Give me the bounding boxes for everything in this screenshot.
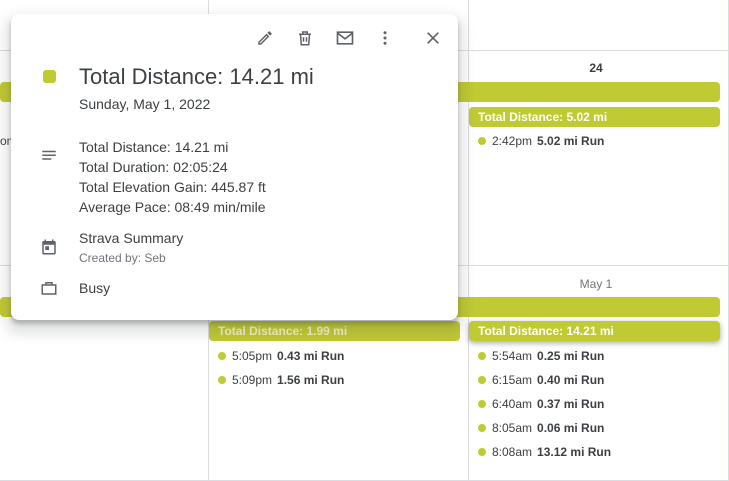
calendar-icon [39,237,59,257]
created-by: Created by: Seb [79,251,166,265]
event-color-dot [218,376,226,384]
briefcase-icon [39,278,59,298]
more-options-button[interactable] [371,24,399,52]
event-color-swatch [43,70,56,83]
event-time: 8:05am [492,421,533,435]
day-number[interactable]: 24 [470,61,722,75]
summary-event-bar[interactable]: Total Distance: 1.99 mi [209,321,460,341]
event-time: 8:08am [492,445,533,459]
event-title: 0.37 mi Run [537,397,605,411]
calendar-name: Strava Summary [79,230,184,246]
edit-icon [258,31,272,45]
description-line: Average Pace: 08:49 min/mile [79,199,266,215]
event-title: 0.06 mi Run [537,421,605,435]
event-color-dot [478,424,486,432]
event-time: 5:09pm [232,373,273,387]
event-color-dot [218,352,226,360]
event-title: 0.40 mi Run [537,373,605,387]
event-time: 6:15am [492,373,533,387]
event-item[interactable]: 6:15am 0.40 mi Run [478,373,604,387]
event-color-dot [478,352,486,360]
event-title: Total Distance: 14.21 mi [79,64,314,89]
event-title: 13.12 mi Run [537,445,612,459]
delete-button[interactable] [291,24,319,52]
close-icon [427,32,439,44]
event-title: 0.43 mi Run [277,349,345,363]
description-line: Total Distance: 14.21 mi [79,139,229,155]
event-color-dot [478,400,486,408]
event-time: 5:54am [492,349,533,363]
grid-vertical-line [468,0,469,481]
email-guests-button[interactable] [331,24,359,52]
close-button[interactable] [419,24,447,52]
summary-event-bar[interactable]: Total Distance: 5.02 mi [469,107,720,127]
event-item[interactable]: 6:40am 0.37 mi Run [478,397,604,411]
delete-icon [299,31,311,46]
event-item[interactable]: 8:05am 0.06 mi Run [478,421,604,435]
edit-button[interactable] [251,24,279,52]
more-options-icon [383,31,387,45]
event-title: 0.25 mi Run [537,349,605,363]
event-item[interactable]: 5:05pm 0.43 mi Run [218,349,344,363]
event-time: 6:40am [492,397,533,411]
event-item[interactable]: 5:54am 0.25 mi Run [478,349,604,363]
event-date: Sunday, May 1, 2022 [79,96,211,112]
summary-event-bar-selected[interactable]: Total Distance: 14.21 mi [469,321,720,341]
description-line: Total Elevation Gain: 445.87 ft [79,179,266,195]
event-details-popup: Total Distance: 14.21 mi Sunday, May 1, … [11,14,458,320]
description-line: Total Duration: 02:05:24 [79,159,228,175]
event-time: 5:05pm [232,349,273,363]
event-description: Total Distance: 14.21 mi Total Duration:… [79,137,266,217]
event-color-dot [478,376,486,384]
availability-status: Busy [79,280,111,296]
day-number[interactable]: May 1 [470,277,722,291]
event-title: 1.56 mi Run [277,373,345,387]
event-title: 5.02 mi Run [537,134,605,148]
event-item[interactable]: 2:42pm 5.02 mi Run [478,134,604,148]
event-item[interactable]: 8:08am 13.12 mi Run [478,445,611,459]
event-time: 2:42pm [492,134,533,148]
description-icon [39,146,59,166]
email-icon [336,31,354,45]
event-item[interactable]: 5:09pm 1.56 mi Run [218,373,344,387]
event-color-dot [478,448,486,456]
event-color-dot [478,137,486,145]
